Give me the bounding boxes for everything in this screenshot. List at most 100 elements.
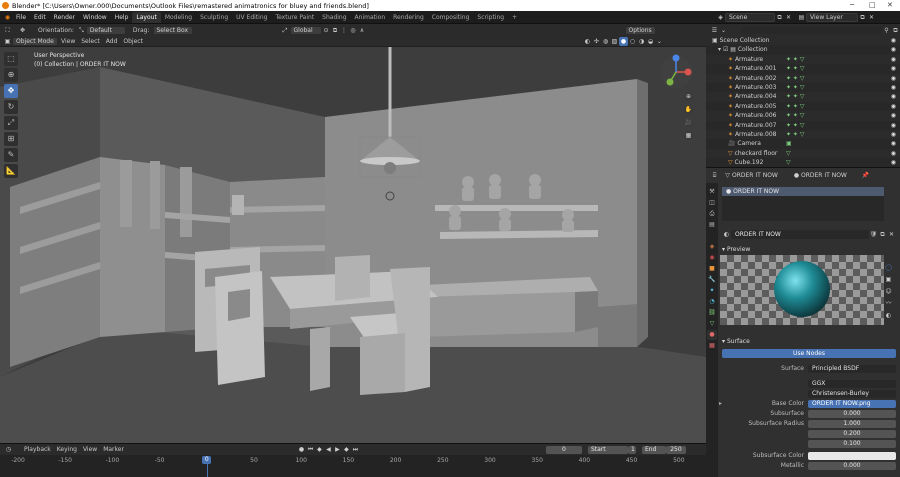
preview-hair-icon[interactable]: 〰: [884, 299, 893, 308]
unlink-material-icon[interactable]: ✕: [887, 230, 896, 239]
outliner-search-input[interactable]: [742, 26, 882, 34]
world-tab-icon[interactable]: ◉: [707, 253, 717, 263]
move-tool-icon[interactable]: ✥: [4, 84, 18, 98]
material-name-field[interactable]: ORDER IT NOW: [731, 229, 869, 239]
outliner-item[interactable]: 🎥 Camera ▣ ◉: [706, 139, 900, 148]
use-nodes-button[interactable]: Use Nodes: [722, 349, 896, 358]
annotate-tool-icon[interactable]: ✎: [4, 148, 18, 162]
menu-view[interactable]: View: [58, 38, 78, 45]
menu-marker[interactable]: Marker: [100, 446, 127, 453]
play-reverse-icon[interactable]: ◀: [324, 445, 333, 454]
menu-object[interactable]: Object: [120, 38, 146, 45]
outliner-collection[interactable]: ▾ ☑ ▤ Collection ◉: [706, 45, 900, 54]
eye-icon[interactable]: ◉: [891, 36, 896, 45]
object-data-icon[interactable]: ✦ ✦ ▽: [786, 74, 804, 83]
scene-tab-icon[interactable]: ◈: [707, 242, 717, 252]
menu-edit[interactable]: Edit: [30, 11, 50, 24]
outliner-item[interactable]: ▽ checkard floor ▽ ◉: [706, 148, 900, 159]
outliner-item[interactable]: ✶ Armature.004 ✦ ✦ ▽ ◉: [706, 92, 900, 102]
base-color-texture-field[interactable]: ORDER IT NOW.png: [808, 400, 896, 408]
falloff-icon[interactable]: ∧: [358, 26, 367, 35]
view-layer-new-icon[interactable]: ⧉: [858, 13, 867, 22]
blender-menu-icon[interactable]: ◉: [3, 13, 12, 22]
preview-cube-icon[interactable]: ▣: [884, 275, 893, 284]
metallic-field[interactable]: 0.000: [808, 462, 896, 470]
tab-compositing[interactable]: Compositing: [428, 12, 474, 23]
transform-orientation-dropdown[interactable]: Global: [289, 25, 322, 35]
object-tab-icon[interactable]: ■: [707, 264, 717, 274]
tab-sculpting[interactable]: Sculpting: [196, 12, 232, 23]
eye-icon[interactable]: ◉: [891, 130, 896, 139]
play-icon[interactable]: ▶: [333, 445, 342, 454]
tab-modeling[interactable]: Modeling: [161, 12, 196, 23]
xray-icon[interactable]: ▨: [610, 37, 619, 46]
prev-key-icon[interactable]: ◆: [315, 445, 324, 454]
minimize-icon[interactable]: ─: [850, 1, 854, 9]
menu-view-timeline[interactable]: View: [80, 446, 100, 453]
orientation-dropdown[interactable]: Default: [85, 25, 126, 35]
editor-type-icon[interactable]: ⛶: [3, 26, 12, 35]
distribution-dropdown[interactable]: GGX: [808, 380, 896, 388]
object-data-icon[interactable]: ▽: [786, 149, 791, 158]
measure-tool-icon[interactable]: 📐: [4, 164, 18, 178]
camera-view-icon[interactable]: 🎥: [684, 118, 693, 127]
drag-dropdown[interactable]: Select Box: [152, 25, 193, 35]
subsurface-radius-y-field[interactable]: 0.200: [808, 430, 896, 438]
gizmo-icon[interactable]: ✣: [592, 37, 601, 46]
outliner-item[interactable]: ✶ Armature ✦ ✦ ▽ ◉: [706, 54, 900, 65]
eye-icon[interactable]: ◉: [891, 45, 896, 54]
outliner-item[interactable]: ✶ Armature.007 ✦ ✦ ▽ ◉: [706, 121, 900, 130]
eye-icon[interactable]: ◉: [891, 74, 896, 83]
pin-icon[interactable]: 📌: [861, 171, 870, 180]
close-icon[interactable]: ✕: [887, 1, 893, 9]
mode-dropdown[interactable]: Object Mode: [12, 36, 58, 46]
rotate-tool-icon[interactable]: ↻: [4, 100, 18, 114]
eye-icon[interactable]: ◉: [891, 139, 896, 148]
outliner-root[interactable]: ▣ Scene Collection ◉: [706, 36, 900, 46]
navigation-gizmo[interactable]: [660, 54, 692, 89]
object-data-icon[interactable]: ✦ ✦ ▽: [786, 130, 804, 139]
preview-monkey-icon[interactable]: ☺: [884, 287, 893, 296]
properties-editor-icon[interactable]: ⌸: [710, 171, 719, 180]
subsurface-color-swatch[interactable]: [808, 452, 896, 460]
subsurface-radius-z-field[interactable]: 0.100: [808, 440, 896, 448]
snap-icon[interactable]: ⧉: [331, 26, 340, 35]
timeline-ruler[interactable]: -200 -150 -100 -50 0 50 100 150 200 250 300 350 400 4…: [0, 455, 706, 477]
zoom-icon[interactable]: ⊕: [684, 92, 693, 101]
texture-tab-icon[interactable]: ▦: [707, 341, 717, 351]
jump-start-icon[interactable]: ⏮: [306, 445, 315, 454]
snap-target-icon[interactable]: ⋮: [340, 26, 349, 35]
constraints-tab-icon[interactable]: ⛓: [707, 308, 717, 318]
tab-uv-editing[interactable]: UV Editing: [232, 12, 271, 23]
outliner-item[interactable]: ✶ Armature.006 ✦ ✦ ▽ ◉: [706, 111, 900, 121]
eye-icon[interactable]: ◉: [891, 149, 896, 158]
object-data-icon[interactable]: ▣: [786, 139, 792, 148]
eye-icon[interactable]: ◉: [891, 92, 896, 101]
preview-sphere-icon[interactable]: ◯: [884, 263, 893, 272]
add-workspace-button[interactable]: +: [508, 12, 521, 23]
timeline-editor-icon[interactable]: ◷: [4, 445, 13, 454]
pivot-point-icon[interactable]: ⊙: [322, 26, 331, 35]
subsurface-field[interactable]: 0.000: [808, 410, 896, 418]
menu-file[interactable]: File: [12, 11, 30, 24]
tab-animation[interactable]: Animation: [351, 12, 390, 23]
subsurface-radius-x-field[interactable]: 1.000: [808, 420, 896, 428]
view-layer-delete-icon[interactable]: ✕: [867, 13, 876, 22]
wireframe-shading-icon[interactable]: ○: [628, 37, 637, 46]
eye-icon[interactable]: ◉: [891, 64, 896, 73]
material-slot-item[interactable]: ● ORDER IT NOW: [722, 187, 884, 196]
object-data-icon[interactable]: ✦ ✦ ▽: [786, 55, 804, 64]
material-shading-icon[interactable]: ◑: [637, 37, 646, 46]
browse-material-icon[interactable]: ◐: [722, 230, 731, 239]
scene-field[interactable]: Scene: [725, 13, 775, 22]
expand-icon[interactable]: ▸: [719, 399, 722, 409]
render-tab-icon[interactable]: ◫: [707, 198, 717, 208]
solid-shading-icon[interactable]: ●: [618, 36, 628, 46]
modifier-tab-icon[interactable]: 🔧: [707, 275, 717, 285]
collection-checkbox-icon[interactable]: ☑: [723, 46, 728, 53]
fake-user-icon[interactable]: 🛡: [869, 230, 878, 239]
overlays-icon[interactable]: ◍: [601, 37, 610, 46]
eye-icon[interactable]: ◉: [891, 83, 896, 92]
particles-tab-icon[interactable]: ✦: [707, 286, 717, 296]
menu-select[interactable]: Select: [78, 38, 103, 45]
